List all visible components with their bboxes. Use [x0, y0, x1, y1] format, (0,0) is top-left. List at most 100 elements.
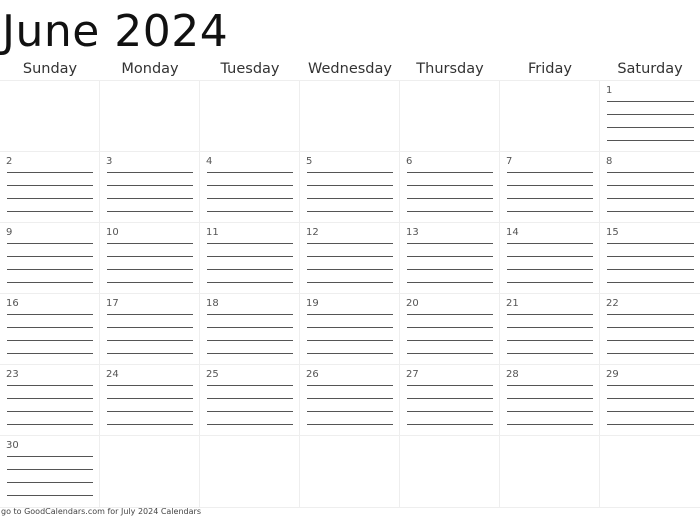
day-number: 27 — [406, 369, 419, 380]
day-number: 15 — [606, 227, 619, 238]
day-cell[interactable]: 12 — [300, 223, 400, 294]
writing-line — [607, 127, 694, 128]
writing-line — [107, 411, 193, 412]
day-cell[interactable]: 3 — [100, 152, 200, 223]
writing-line — [7, 282, 93, 283]
day-cell[interactable]: 18 — [200, 294, 300, 365]
writing-line — [607, 269, 694, 270]
writing-line — [407, 185, 493, 186]
day-number: 2 — [6, 156, 13, 167]
writing-line — [607, 314, 694, 315]
day-cell[interactable]: 2 — [0, 152, 100, 223]
day-cell[interactable]: 13 — [400, 223, 500, 294]
day-number: 24 — [106, 369, 119, 380]
day-cell[interactable]: 11 — [200, 223, 300, 294]
writing-line — [507, 424, 593, 425]
writing-line — [307, 185, 393, 186]
writing-line — [407, 353, 493, 354]
writing-line — [507, 314, 593, 315]
writing-line — [7, 353, 93, 354]
writing-line — [107, 185, 193, 186]
week-row: 30 — [0, 435, 700, 507]
writing-line — [407, 172, 493, 173]
writing-line — [507, 385, 593, 386]
writing-line — [107, 256, 193, 257]
day-cell[interactable]: 6 — [400, 152, 500, 223]
writing-line — [407, 198, 493, 199]
week-row: 9 10 11 12 13 14 15 — [0, 222, 700, 294]
day-cell[interactable]: 27 — [400, 365, 500, 436]
writing-line — [207, 211, 293, 212]
day-cell[interactable]: 21 — [500, 294, 600, 365]
day-cell[interactable]: 28 — [500, 365, 600, 436]
writing-line — [207, 243, 293, 244]
writing-line — [507, 353, 593, 354]
week-row: 2 3 4 5 6 7 8 — [0, 151, 700, 223]
day-cell[interactable]: 1 — [600, 81, 700, 152]
writing-line — [307, 385, 393, 386]
day-cell[interactable]: 8 — [600, 152, 700, 223]
day-number: 10 — [106, 227, 119, 238]
empty-day-cell — [500, 436, 600, 507]
writing-line — [407, 411, 493, 412]
writing-line — [7, 482, 93, 483]
weekday-label: Wednesday — [308, 61, 392, 77]
day-cell[interactable]: 17 — [100, 294, 200, 365]
day-cell[interactable]: 9 — [0, 223, 100, 294]
writing-line — [607, 243, 694, 244]
day-number: 26 — [306, 369, 319, 380]
writing-line — [607, 172, 694, 173]
writing-line — [407, 211, 493, 212]
day-cell[interactable]: 5 — [300, 152, 400, 223]
day-cell[interactable]: 30 — [0, 436, 100, 507]
writing-line — [607, 114, 694, 115]
writing-line — [407, 424, 493, 425]
day-cell[interactable]: 25 — [200, 365, 300, 436]
week-row: 23 24 25 26 27 28 29 — [0, 364, 700, 436]
day-cell[interactable]: 7 — [500, 152, 600, 223]
day-number: 21 — [506, 298, 519, 309]
writing-line — [307, 353, 393, 354]
writing-line — [507, 243, 593, 244]
day-cell[interactable]: 26 — [300, 365, 400, 436]
empty-day-cell — [200, 81, 300, 152]
writing-line — [107, 424, 193, 425]
day-cell[interactable]: 15 — [600, 223, 700, 294]
writing-line — [507, 185, 593, 186]
writing-line — [407, 327, 493, 328]
empty-day-cell — [400, 81, 500, 152]
day-cell[interactable]: 19 — [300, 294, 400, 365]
writing-line — [207, 282, 293, 283]
writing-line — [7, 327, 93, 328]
writing-line — [307, 172, 393, 173]
day-cell[interactable]: 23 — [0, 365, 100, 436]
empty-day-cell — [200, 436, 300, 507]
writing-line — [207, 327, 293, 328]
writing-line — [507, 172, 593, 173]
empty-day-cell — [400, 436, 500, 507]
day-cell[interactable]: 14 — [500, 223, 600, 294]
writing-line — [7, 269, 93, 270]
writing-line — [107, 353, 193, 354]
day-number: 19 — [306, 298, 319, 309]
day-cell[interactable]: 16 — [0, 294, 100, 365]
writing-line — [407, 398, 493, 399]
writing-line — [307, 269, 393, 270]
empty-day-cell — [500, 81, 600, 152]
day-cell[interactable]: 29 — [600, 365, 700, 436]
footer-link[interactable]: go to GoodCalendars.com for July 2024 Ca… — [1, 507, 201, 517]
day-cell[interactable]: 10 — [100, 223, 200, 294]
writing-line — [507, 211, 593, 212]
day-number: 6 — [406, 156, 413, 167]
writing-line — [207, 385, 293, 386]
day-cell[interactable]: 24 — [100, 365, 200, 436]
day-cell[interactable]: 20 — [400, 294, 500, 365]
day-cell[interactable]: 4 — [200, 152, 300, 223]
writing-line — [607, 282, 694, 283]
day-cell[interactable]: 22 — [600, 294, 700, 365]
writing-line — [607, 256, 694, 257]
writing-line — [407, 314, 493, 315]
day-number: 13 — [406, 227, 419, 238]
writing-line — [7, 172, 93, 173]
day-number: 29 — [606, 369, 619, 380]
